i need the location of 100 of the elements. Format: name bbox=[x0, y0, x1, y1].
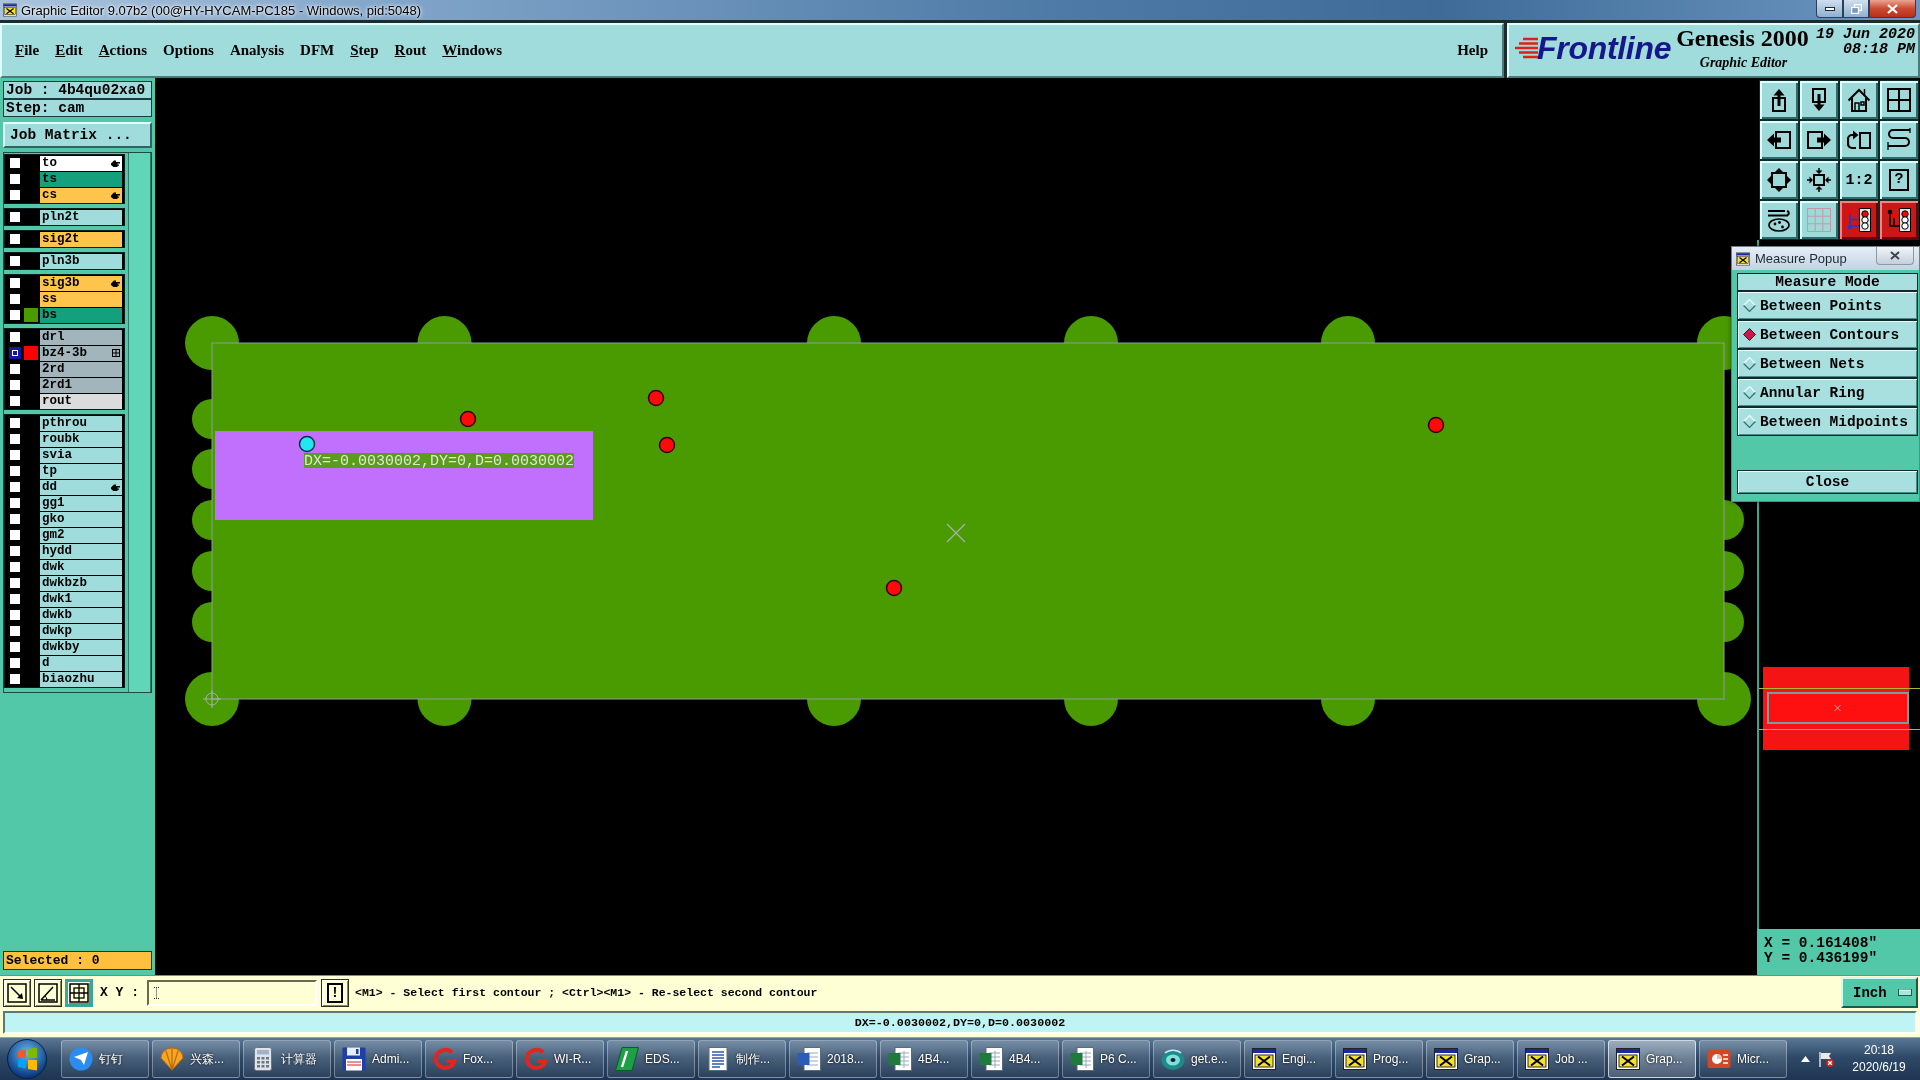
taskbar-button[interactable]: EDS... bbox=[607, 1040, 695, 1078]
layer-item[interactable]: dwk1 bbox=[40, 591, 122, 607]
layer-checkbox[interactable] bbox=[9, 331, 21, 343]
layer-checkbox[interactable] bbox=[9, 529, 21, 541]
toolbar-button[interactable] bbox=[1799, 200, 1839, 240]
layer-checkbox[interactable] bbox=[9, 673, 21, 685]
taskbar-button[interactable]: get.e... bbox=[1153, 1040, 1241, 1078]
coordinate-input[interactable] bbox=[147, 979, 317, 1006]
layer-checkbox[interactable] bbox=[9, 433, 21, 445]
execute-button[interactable]: ! bbox=[321, 978, 349, 1007]
layer-item[interactable]: cs bbox=[40, 187, 122, 203]
layer-item[interactable]: dd bbox=[40, 479, 122, 495]
layer-item[interactable]: dwk bbox=[40, 559, 122, 575]
layer-item[interactable]: dwkp bbox=[40, 623, 122, 639]
layer-checkbox[interactable] bbox=[9, 173, 21, 185]
layer-checkbox[interactable] bbox=[9, 641, 21, 653]
taskbar-button[interactable]: 2018... bbox=[789, 1040, 877, 1078]
close-button[interactable] bbox=[1869, 0, 1916, 18]
layer-item[interactable]: gm2 bbox=[40, 527, 122, 543]
layer-item[interactable]: rout bbox=[40, 393, 122, 409]
toolbar-button[interactable] bbox=[1839, 120, 1879, 160]
menu-item[interactable]: Analysis bbox=[221, 39, 293, 62]
layer-item[interactable]: biaozhu bbox=[40, 671, 122, 687]
mode-option[interactable]: Between Points bbox=[1737, 291, 1918, 320]
taskbar-button[interactable]: Grap... bbox=[1426, 1040, 1514, 1078]
toolbar-button[interactable] bbox=[1759, 160, 1799, 200]
scrollbar[interactable] bbox=[128, 153, 151, 692]
layer-item[interactable]: ts bbox=[40, 171, 122, 187]
layer-item[interactable]: sig2t bbox=[40, 231, 122, 247]
layer-checkbox[interactable] bbox=[9, 293, 21, 305]
toolbar-text-button[interactable]: ? bbox=[1879, 160, 1919, 200]
layer-checkbox[interactable] bbox=[9, 465, 21, 477]
mode-option[interactable]: Between Midpoints bbox=[1737, 407, 1918, 436]
layer-item[interactable]: 2rd1 bbox=[40, 377, 122, 393]
toolbar-text-button[interactable]: 1:2 bbox=[1839, 160, 1879, 200]
layer-checkbox[interactable] bbox=[9, 189, 21, 201]
tool-button[interactable] bbox=[3, 978, 31, 1007]
menu-item[interactable]: Edit bbox=[47, 39, 91, 62]
taskbar-button[interactable]: Engi... bbox=[1244, 1040, 1332, 1078]
layer-checkbox[interactable] bbox=[9, 255, 21, 267]
menu-item[interactable]: DFM bbox=[292, 39, 343, 62]
taskbar-button[interactable]: 钉钉 bbox=[61, 1040, 149, 1078]
layer-checkbox[interactable] bbox=[9, 417, 21, 429]
mode-option[interactable]: Between Contours bbox=[1737, 320, 1918, 349]
layer-item[interactable]: gko bbox=[40, 511, 122, 527]
layer-checkbox[interactable] bbox=[9, 497, 21, 509]
taskbar-button[interactable]: 计算器 bbox=[243, 1040, 331, 1078]
layer-item[interactable]: drl bbox=[40, 329, 122, 345]
layer-checkbox[interactable] bbox=[9, 561, 21, 573]
layer-checkbox[interactable] bbox=[9, 481, 21, 493]
toolbar-button[interactable] bbox=[1879, 80, 1919, 120]
taskbar-button[interactable]: Grap... bbox=[1608, 1040, 1696, 1078]
mode-option[interactable]: Annular Ring bbox=[1737, 378, 1918, 407]
layer-item[interactable]: ss bbox=[40, 291, 122, 307]
toolbar-button[interactable] bbox=[1759, 80, 1799, 120]
layer-checkbox[interactable] bbox=[9, 211, 21, 223]
minimize-button[interactable] bbox=[1816, 0, 1843, 18]
layer-checkbox[interactable] bbox=[9, 593, 21, 605]
toolbar-button[interactable] bbox=[1879, 200, 1919, 240]
menu-item[interactable]: Actions bbox=[90, 39, 156, 62]
taskbar-button[interactable]: Fox... bbox=[425, 1040, 513, 1078]
taskbar-button[interactable]: 制作... bbox=[698, 1040, 786, 1078]
layer-checkbox[interactable] bbox=[9, 233, 21, 245]
layer-checkbox[interactable] bbox=[9, 277, 21, 289]
toolbar-button[interactable] bbox=[1799, 120, 1839, 160]
layer-checkbox[interactable] bbox=[9, 309, 21, 321]
layer-item[interactable]: hydd bbox=[40, 543, 122, 559]
help-menu[interactable]: Help bbox=[1449, 39, 1496, 62]
close-button[interactable] bbox=[1876, 247, 1914, 265]
menu-item[interactable]: Windows bbox=[434, 39, 511, 62]
layer-item[interactable]: pln3b bbox=[40, 253, 122, 269]
taskbar-button[interactable]: P6 C... bbox=[1062, 1040, 1150, 1078]
toolbar-button[interactable] bbox=[1799, 160, 1839, 200]
taskbar-button[interactable]: Prog... bbox=[1335, 1040, 1423, 1078]
mode-option[interactable]: Between Nets bbox=[1737, 349, 1918, 378]
layer-item[interactable]: pthrou bbox=[40, 415, 122, 431]
layer-checkbox[interactable] bbox=[9, 545, 21, 557]
layer-item[interactable]: bs bbox=[40, 307, 122, 323]
toolbar-button[interactable] bbox=[1879, 120, 1919, 160]
toolbar-button[interactable] bbox=[1839, 80, 1879, 120]
layer-checkbox[interactable] bbox=[9, 657, 21, 669]
taskbar-button[interactable]: Admi... bbox=[334, 1040, 422, 1078]
layer-item[interactable]: pln2t bbox=[40, 209, 122, 225]
layer-checkbox[interactable] bbox=[9, 449, 21, 461]
menu-item[interactable]: File bbox=[7, 39, 48, 62]
layer-checkbox[interactable] bbox=[9, 609, 21, 621]
layer-checkbox[interactable] bbox=[9, 363, 21, 375]
layer-item[interactable]: 2rd bbox=[40, 361, 122, 377]
toolbar-button[interactable] bbox=[1799, 80, 1839, 120]
menu-item[interactable]: Options bbox=[155, 39, 222, 62]
layer-item[interactable]: sig3b bbox=[40, 275, 122, 291]
layer-checkbox[interactable] bbox=[9, 379, 21, 391]
tool-button[interactable] bbox=[65, 978, 93, 1007]
close-popup-button[interactable]: Close bbox=[1737, 470, 1918, 494]
layer-item[interactable]: dwkbzb bbox=[40, 575, 122, 591]
menu-item[interactable]: Rout bbox=[386, 39, 435, 62]
layer-checkbox[interactable] bbox=[9, 625, 21, 637]
layer-item[interactable]: svia bbox=[40, 447, 122, 463]
layer-checkbox[interactable] bbox=[9, 577, 21, 589]
taskbar-button[interactable]: 4B4... bbox=[880, 1040, 968, 1078]
